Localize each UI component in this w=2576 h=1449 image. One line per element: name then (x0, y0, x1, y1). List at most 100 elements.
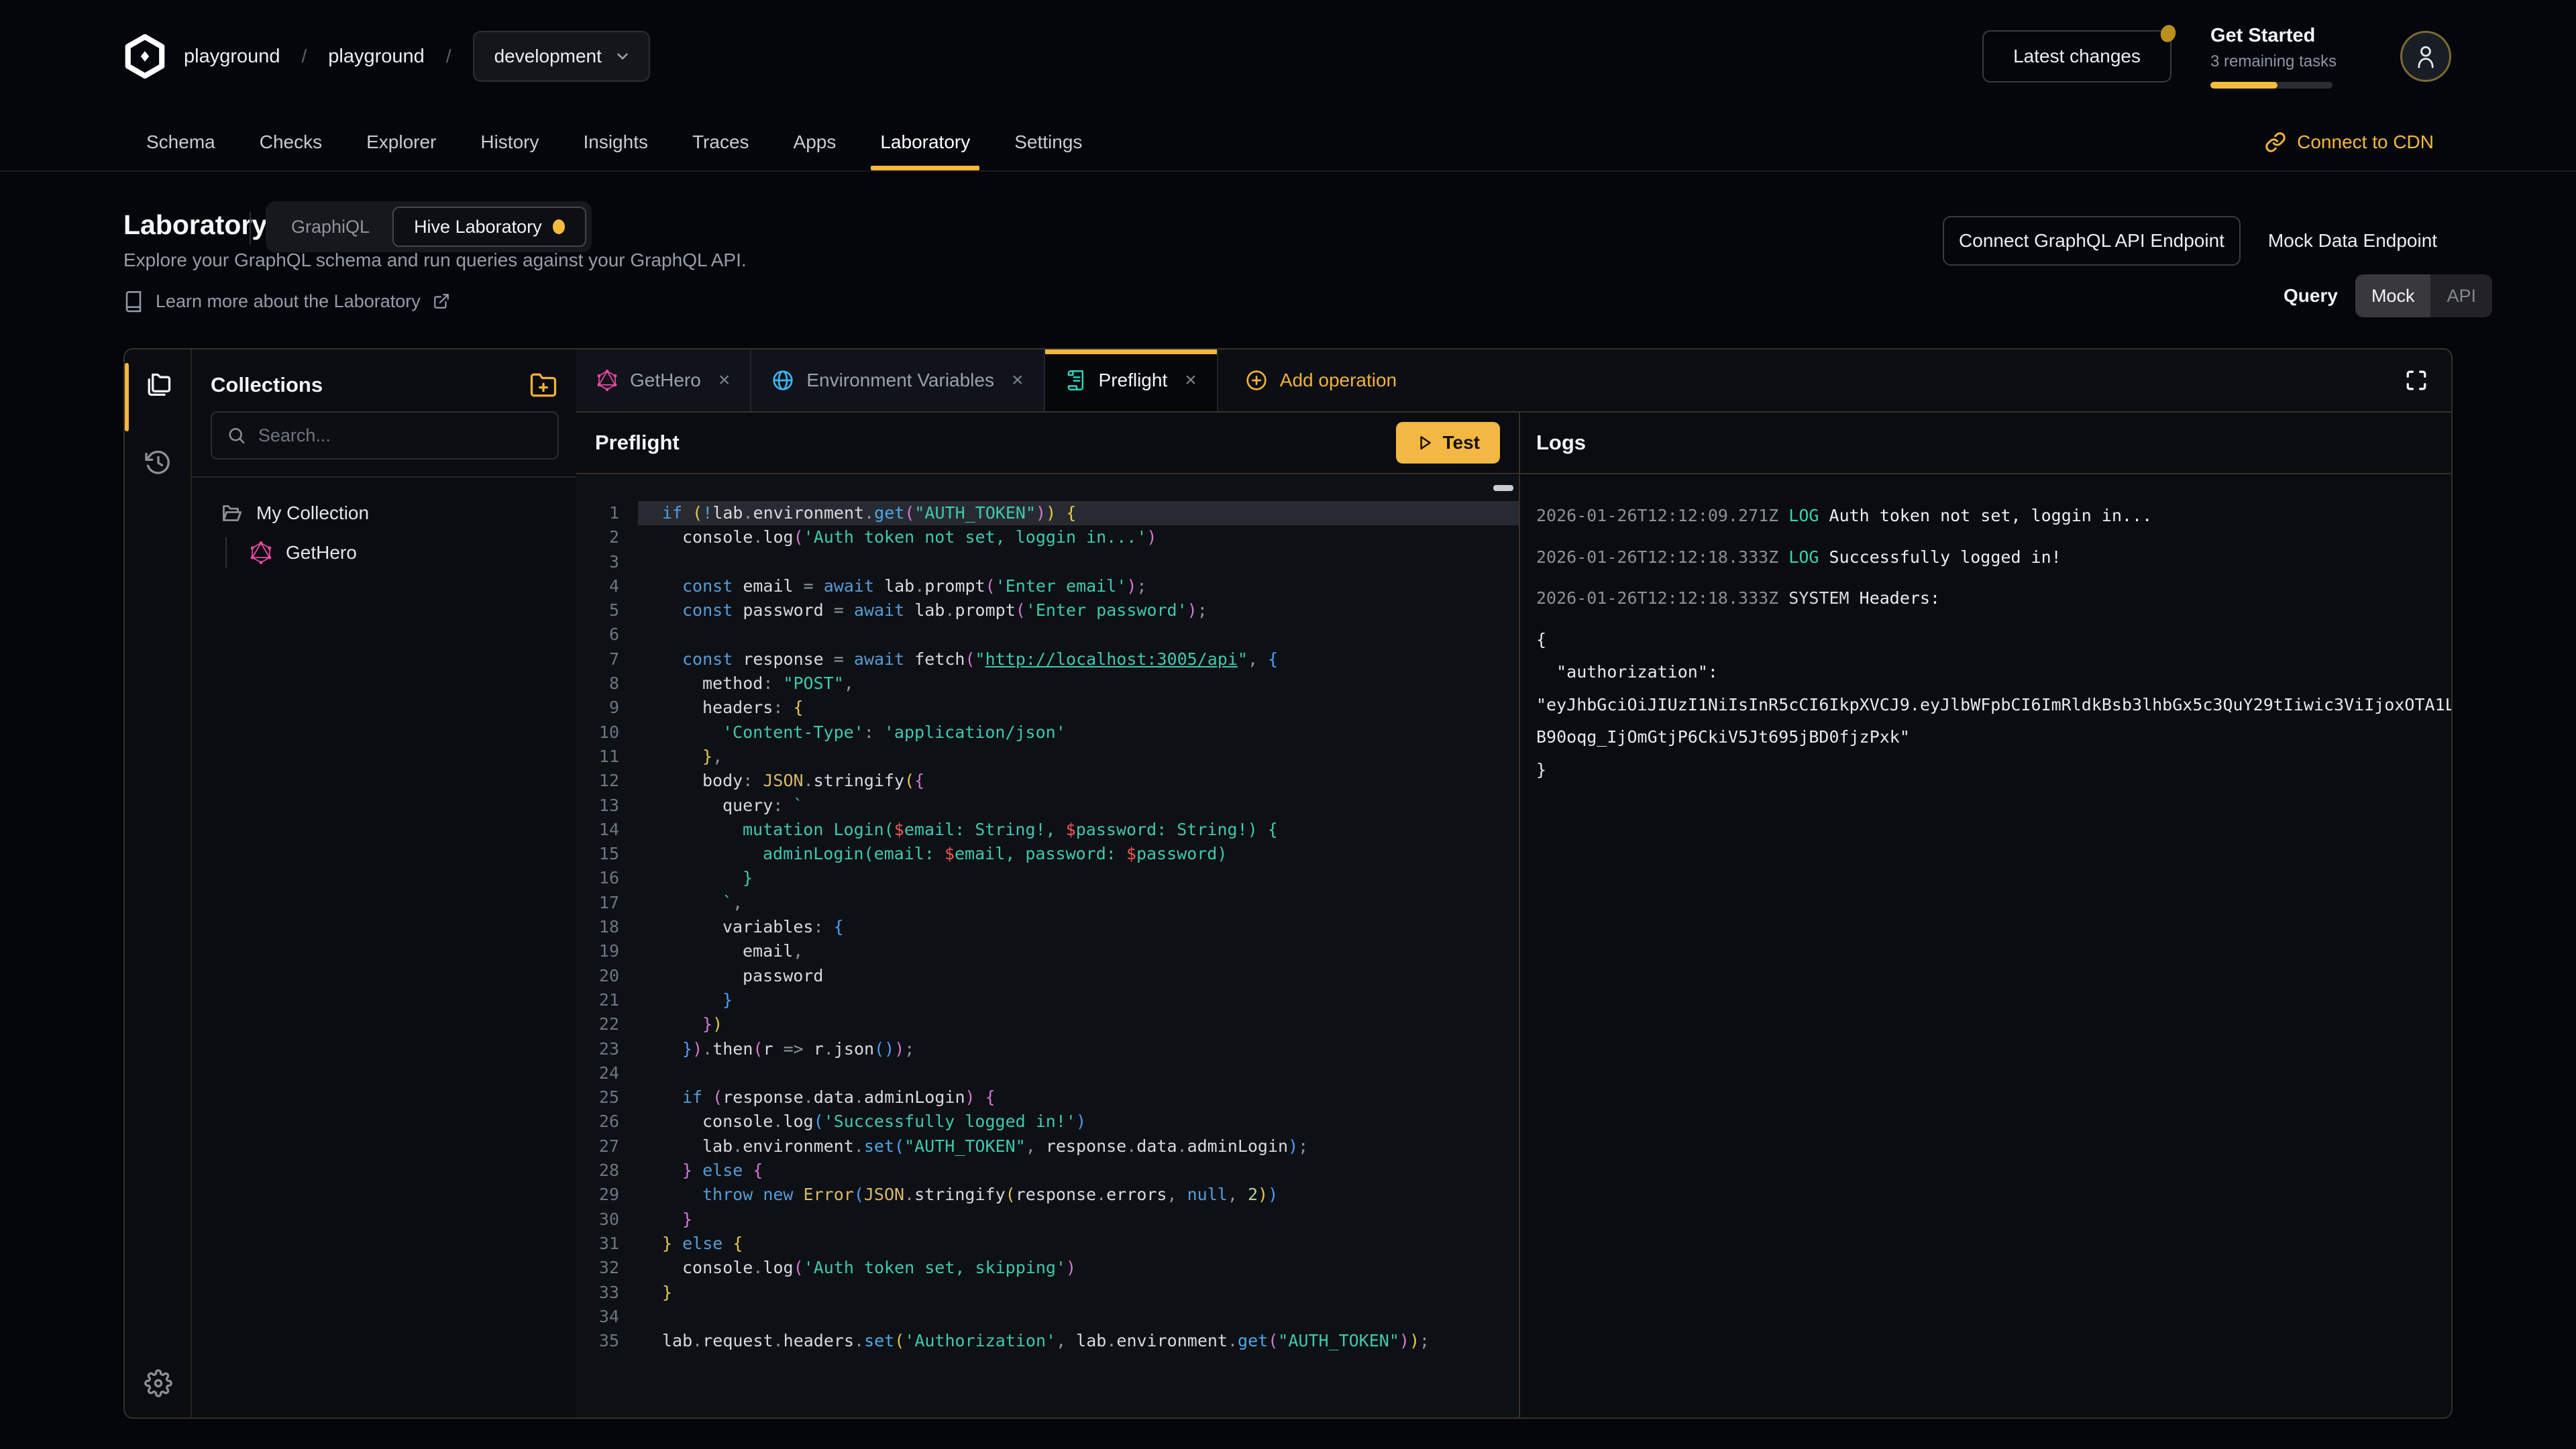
connect-to-cdn-link[interactable]: Connect to CDN (2265, 113, 2434, 170)
mode-option-label: Hive Laboratory (414, 217, 542, 237)
endpoint-option-api[interactable]: API (2430, 274, 2492, 317)
nav-tab-traces[interactable]: Traces (692, 113, 749, 170)
code-line-29[interactable]: 29throw new Error(JSON.stringify(respons… (576, 1183, 1519, 1207)
logs-output[interactable]: 2026-01-26T12:12:09.271Z LOG Auth token … (1520, 476, 2451, 1417)
mock-data-endpoint-button[interactable]: Mock Data Endpoint (2265, 216, 2440, 266)
code-line-6[interactable]: 6 (576, 623, 1519, 647)
line-number: 31 (576, 1232, 638, 1256)
collection-folder[interactable]: My Collection (192, 492, 576, 535)
mode-option-graphiql[interactable]: GraphiQL (271, 207, 390, 247)
hive-logo-icon[interactable] (123, 34, 166, 78)
line-content: const response = await fetch("http://loc… (638, 647, 1519, 672)
line-number: 12 (576, 769, 638, 793)
nav-tab-history[interactable]: History (480, 113, 539, 170)
code-line-24[interactable]: 24 (576, 1061, 1519, 1085)
code-line-20[interactable]: 20password (576, 964, 1519, 988)
line-content: if (!lab.environment.get("AUTH_TOKEN")) … (638, 501, 1519, 525)
collection-operation-gethero[interactable]: GetHero (225, 535, 576, 571)
line-content: headers: { (638, 696, 1519, 720)
tab-preflight[interactable]: Preflight× (1045, 350, 1218, 411)
code-line-26[interactable]: 26console.log('Successfully logged in!') (576, 1110, 1519, 1134)
log-timestamp: 2026-01-26T12:12:18.333Z (1536, 588, 1788, 608)
test-button[interactable]: Test (1396, 422, 1501, 464)
latest-changes-button[interactable]: Latest changes (1982, 30, 2171, 83)
new-collection-icon[interactable] (529, 371, 557, 399)
collections-search[interactable] (211, 411, 559, 460)
code-line-11[interactable]: 11}, (576, 745, 1519, 769)
code-line-32[interactable]: 32console.log('Auth token set, skipping'… (576, 1256, 1519, 1280)
code-line-5[interactable]: 5const password = await lab.prompt('Ente… (576, 598, 1519, 623)
code-line-13[interactable]: 13query: ` (576, 794, 1519, 818)
fullscreen-button[interactable] (2381, 350, 2451, 411)
close-icon[interactable]: × (1012, 370, 1024, 390)
nav-tab-insights[interactable]: Insights (583, 113, 648, 170)
code-line-18[interactable]: 18variables: { (576, 915, 1519, 939)
code-editor[interactable]: 1if (!lab.environment.get("AUTH_TOKEN"))… (576, 476, 1519, 1417)
search-input[interactable] (258, 425, 543, 446)
code-line-23[interactable]: 23}).then(r => r.json()); (576, 1037, 1519, 1061)
breadcrumb-separator: / (302, 46, 307, 67)
code-line-27[interactable]: 27lab.environment.set("AUTH_TOKEN", resp… (576, 1134, 1519, 1159)
close-icon[interactable]: × (718, 370, 731, 390)
nav-tab-checks[interactable]: Checks (260, 113, 322, 170)
code-line-30[interactable]: 30} (576, 1208, 1519, 1232)
close-icon[interactable]: × (1185, 370, 1197, 390)
tab-gethero[interactable]: GetHero× (576, 350, 751, 411)
code-line-16[interactable]: 16} (576, 866, 1519, 890)
test-button-label: Test (1443, 432, 1481, 453)
code-line-34[interactable]: 34 (576, 1305, 1519, 1329)
code-line-2[interactable]: 2console.log('Auth token not set, loggin… (576, 525, 1519, 549)
code-line-14[interactable]: 14mutation Login($email: String!, $passw… (576, 818, 1519, 842)
logs-pane-title: Logs (1536, 431, 1586, 455)
operation-label: GetHero (286, 542, 357, 564)
code-line-22[interactable]: 22}) (576, 1012, 1519, 1036)
connect-graphql-endpoint-button[interactable]: Connect GraphQL API Endpoint (1943, 216, 2241, 266)
code-line-3[interactable]: 3 (576, 550, 1519, 574)
code-line-4[interactable]: 4const email = await lab.prompt('Enter e… (576, 574, 1519, 598)
line-number: 14 (576, 818, 638, 842)
code-line-17[interactable]: 17`, (576, 891, 1519, 915)
code-line-35[interactable]: 35lab.request.headers.set('Authorization… (576, 1329, 1519, 1353)
line-number: 2 (576, 525, 638, 549)
breadcrumb-project[interactable]: playground (328, 46, 425, 68)
code-line-12[interactable]: 12body: JSON.stringify({ (576, 769, 1519, 793)
preflight-editor-pane: Preflight Test 1if (!lab.environment.get… (576, 413, 1519, 1417)
code-line-33[interactable]: 33} (576, 1281, 1519, 1305)
user-avatar[interactable] (2400, 31, 2451, 82)
learn-more-label: Learn more about the Laboratory (156, 291, 421, 312)
code-line-10[interactable]: 10'Content-Type': 'application/json' (576, 720, 1519, 745)
endpoint-option-mock[interactable]: Mock (2355, 274, 2431, 317)
add-operation-button[interactable]: Add operation (1218, 350, 1424, 411)
code-line-31[interactable]: 31} else { (576, 1232, 1519, 1256)
line-content: throw new Error(JSON.stringify(response.… (638, 1183, 1519, 1207)
code-line-25[interactable]: 25if (response.data.adminLogin) { (576, 1085, 1519, 1110)
nav-tab-settings[interactable]: Settings (1014, 113, 1082, 170)
nav-tab-laboratory[interactable]: Laboratory (880, 113, 970, 170)
editor-scrollbar-thumb[interactable] (1493, 485, 1513, 491)
code-line-1[interactable]: 1if (!lab.environment.get("AUTH_TOKEN"))… (576, 501, 1519, 525)
line-content: const email = await lab.prompt('Enter em… (638, 574, 1519, 598)
nav-tab-schema[interactable]: Schema (146, 113, 215, 170)
history-rail-button[interactable] (125, 449, 192, 477)
learn-more-link[interactable]: Learn more about the Laboratory (123, 290, 450, 313)
line-content: }, (638, 745, 1519, 769)
settings-rail-button[interactable] (125, 1369, 192, 1397)
line-content: } else { (638, 1159, 1519, 1183)
nav-tab-apps[interactable]: Apps (794, 113, 837, 170)
code-line-19[interactable]: 19email, (576, 939, 1519, 963)
gear-icon (144, 1369, 172, 1397)
code-line-7[interactable]: 7const response = await fetch("http://lo… (576, 647, 1519, 672)
code-line-28[interactable]: 28} else { (576, 1159, 1519, 1183)
target-selector[interactable]: development (473, 31, 650, 82)
nav-tab-explorer[interactable]: Explorer (366, 113, 436, 170)
code-line-9[interactable]: 9headers: { (576, 696, 1519, 720)
collections-rail-button[interactable] (125, 371, 192, 400)
tab-environment-variables[interactable]: Environment Variables× (751, 350, 1044, 411)
line-number: 30 (576, 1208, 638, 1232)
mode-option-hive-laboratory[interactable]: Hive Laboratory (392, 207, 586, 247)
code-line-21[interactable]: 21} (576, 988, 1519, 1012)
code-line-8[interactable]: 8method: "POST", (576, 672, 1519, 696)
get-started-widget[interactable]: Get Started 3 remaining tasks (2210, 25, 2361, 89)
code-line-15[interactable]: 15adminLogin(email: $email, password: $p… (576, 842, 1519, 866)
breadcrumb-org[interactable]: playground (184, 46, 280, 68)
